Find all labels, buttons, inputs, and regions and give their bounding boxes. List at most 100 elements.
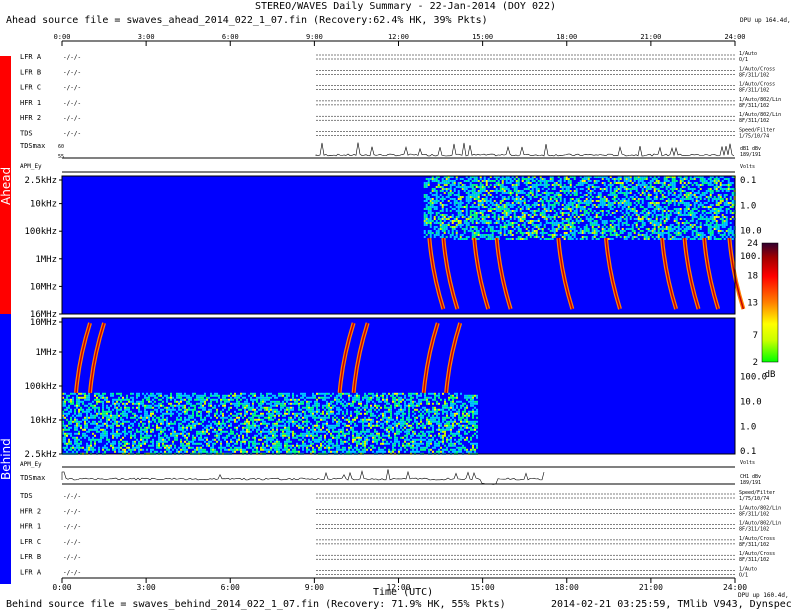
ahead-spectrogram-cell xyxy=(570,230,572,232)
ahead-spectrogram-cell xyxy=(658,182,660,184)
ahead-spectrogram-cell xyxy=(482,190,484,192)
ahead-spectrogram-cell xyxy=(648,236,650,238)
behind-spectrogram-cell xyxy=(230,413,232,415)
behind-spectrogram-cell xyxy=(64,425,66,427)
behind-spectrogram-cell xyxy=(158,435,160,437)
ahead-spectrogram-cell xyxy=(430,178,432,180)
ahead-spectrogram-cell xyxy=(582,182,584,184)
behind-spectrogram-cell xyxy=(246,427,248,429)
ahead-spectrogram-cell xyxy=(478,200,480,202)
behind-spectrogram-cell xyxy=(290,451,292,453)
ahead-spectrogram-cell xyxy=(448,222,450,224)
ahead-spectrogram-cell xyxy=(678,226,680,228)
ahead-spectrogram-cell xyxy=(624,214,626,216)
behind-spectrogram-cell xyxy=(160,433,162,435)
behind-spectrogram-cell xyxy=(218,427,220,429)
ahead-spectrogram-cell xyxy=(490,236,492,238)
behind-spectrogram-cell xyxy=(138,401,140,403)
behind-spectrogram-cell xyxy=(210,395,212,397)
behind-spectrogram-cell xyxy=(260,403,262,405)
ahead-spectrogram-cell xyxy=(520,208,522,210)
ahead-spectrogram-cell xyxy=(566,232,568,234)
ahead-spectrogram-cell xyxy=(494,184,496,186)
behind-spectrogram-cell xyxy=(246,451,248,453)
behind-spectrogram-cell xyxy=(126,407,128,409)
ahead-panel-label: LFR B xyxy=(20,68,41,76)
ahead-spectrogram-cell xyxy=(656,208,658,210)
ahead-spectrogram-cell xyxy=(732,230,734,232)
ahead-spectrogram-cell xyxy=(468,180,470,182)
ahead-spectrogram-cell xyxy=(468,178,470,180)
ahead-spectrogram-cell xyxy=(484,206,486,208)
ahead-spectrogram-cell xyxy=(612,238,614,240)
ahead-spectrogram-cell xyxy=(650,182,652,184)
ahead-spectrogram-cell xyxy=(550,230,552,232)
behind-spectrogram-cell xyxy=(112,441,114,443)
behind-spectrogram-cell xyxy=(198,403,200,405)
ahead-spectrogram-cell xyxy=(472,210,474,212)
ahead-spectrogram-cell xyxy=(686,228,688,230)
ahead-spectrogram-cell xyxy=(552,204,554,206)
behind-spectrogram-cell xyxy=(228,407,230,409)
behind-spectrogram-cell xyxy=(248,405,250,407)
ahead-spectrogram-cell xyxy=(564,180,566,182)
ahead-spectrogram-cell xyxy=(720,198,722,200)
behind-spectrogram-cell xyxy=(202,395,204,397)
ahead-spectrogram-cell xyxy=(630,210,632,212)
ahead-spectrogram-cell xyxy=(732,194,734,196)
behind-spectrogram-cell xyxy=(112,403,114,405)
ahead-spectrogram-cell xyxy=(708,188,710,190)
ahead-spectrogram-cell xyxy=(424,184,426,186)
ahead-spectrogram-cell xyxy=(504,190,506,192)
ahead-spectrogram-cell xyxy=(486,238,488,240)
behind-spectrogram-cell xyxy=(190,415,192,417)
behind-spectrogram-cell xyxy=(96,403,98,405)
behind-spectrogram-cell xyxy=(146,427,148,429)
ahead-spectrogram-cell xyxy=(488,236,490,238)
ahead-spectrogram-cell xyxy=(594,232,596,234)
behind-spectrogram-cell xyxy=(166,407,168,409)
ahead-spectrogram-cell xyxy=(518,182,520,184)
behind-spectrogram-cell xyxy=(278,401,280,403)
behind-spectrogram-cell xyxy=(82,433,84,435)
behind-spectrogram-cell xyxy=(186,437,188,439)
behind-spectrogram-cell xyxy=(262,401,264,403)
behind-spectrogram-cell xyxy=(212,395,214,397)
ahead-spectrogram-cell xyxy=(440,198,442,200)
behind-spectrogram-cell xyxy=(166,397,168,399)
ahead-spectrogram-cell xyxy=(534,220,536,222)
behind-spectrogram-cell xyxy=(218,439,220,441)
ahead-spectrogram-cell xyxy=(538,184,540,186)
behind-spectrogram-cell xyxy=(238,435,240,437)
behind-spectrogram-cell xyxy=(142,419,144,421)
behind-panel-mode: 8F/311/102 xyxy=(739,542,769,548)
behind-spectrogram-cell xyxy=(254,425,256,427)
ahead-spectrogram-cell xyxy=(716,180,718,182)
behind-spectrogram-cell xyxy=(290,403,292,405)
behind-spectrogram-cell xyxy=(268,397,270,399)
ahead-spectrogram-cell xyxy=(560,234,562,236)
ahead-spectrogram-cell xyxy=(656,224,658,226)
behind-spectrogram-cell xyxy=(92,407,94,409)
behind-spectrogram-cell xyxy=(184,431,186,433)
behind-spectrogram-cell xyxy=(266,449,268,451)
bottom-time-tick-label: 9:00 xyxy=(305,583,324,592)
behind-spectrogram-cell xyxy=(214,399,216,401)
ahead-spectrogram-cell xyxy=(654,222,656,224)
ahead-spectrogram-cell xyxy=(676,216,678,218)
ahead-spectrogram-cell xyxy=(644,186,646,188)
behind-spectrogram-cell xyxy=(284,425,286,427)
behind-spectrogram-cell xyxy=(272,413,274,415)
behind-spectrogram-cell xyxy=(146,441,148,443)
behind-spectrogram-cell xyxy=(86,445,88,447)
ahead-spectrogram-cell xyxy=(636,200,638,202)
behind-spectrogram-cell xyxy=(188,423,190,425)
ahead-spectrogram-cell xyxy=(718,224,720,226)
ahead-spectrogram-cell xyxy=(514,186,516,188)
ahead-spectrogram-cell xyxy=(428,196,430,198)
behind-spectrogram-cell xyxy=(116,433,118,435)
ahead-spectrogram-cell xyxy=(582,180,584,182)
ahead-spectrogram-cell xyxy=(570,222,572,224)
behind-spectrogram-cell xyxy=(272,443,274,445)
behind-spectrogram-cell xyxy=(252,407,254,409)
